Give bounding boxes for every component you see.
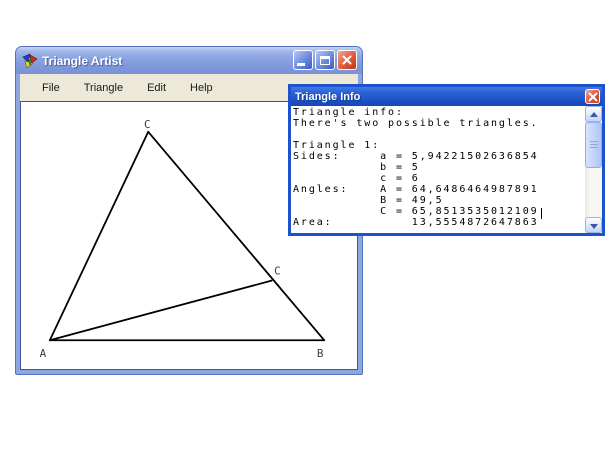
app-icon	[22, 52, 38, 69]
info-titlebar[interactable]: Triangle Info	[291, 87, 602, 106]
vertex-label-A: A	[40, 347, 47, 360]
text-caret	[541, 208, 542, 219]
arrow-up-icon	[590, 112, 598, 117]
vertical-scrollbar[interactable]	[585, 106, 602, 233]
close-icon	[342, 55, 352, 65]
scrollbar-grip-icon	[590, 141, 598, 150]
minimize-button[interactable]	[293, 50, 313, 70]
maximize-button[interactable]	[315, 50, 335, 70]
triangle-info-window: Triangle Info Triangle info: There's two…	[288, 84, 605, 236]
minimize-icon	[297, 63, 305, 66]
menu-item-help[interactable]: Help	[178, 79, 225, 97]
triangle-side-b-AC	[48, 130, 150, 342]
maximize-icon	[320, 56, 330, 65]
menu-item-edit[interactable]: Edit	[135, 79, 178, 97]
menu-item-triangle[interactable]: Triangle	[72, 79, 135, 97]
vertex-label-C: C	[144, 118, 151, 131]
vertex-label-C: C	[274, 265, 281, 278]
scroll-down-button[interactable]	[585, 217, 602, 233]
arrow-down-icon	[590, 224, 598, 229]
info-window-title: Triangle Info	[295, 90, 361, 103]
main-titlebar[interactable]: Triangle Artist	[16, 47, 362, 74]
scrollbar-thumb[interactable]	[585, 122, 602, 168]
scroll-up-button[interactable]	[585, 106, 602, 122]
close-button[interactable]	[337, 50, 357, 70]
close-icon	[588, 92, 598, 102]
menu-item-file[interactable]: File	[30, 79, 72, 97]
info-close-button[interactable]	[585, 89, 600, 104]
triangle-second-triangle-AC	[48, 279, 273, 342]
vertex-label-B: B	[317, 347, 324, 360]
window-title: Triangle Artist	[42, 53, 123, 68]
